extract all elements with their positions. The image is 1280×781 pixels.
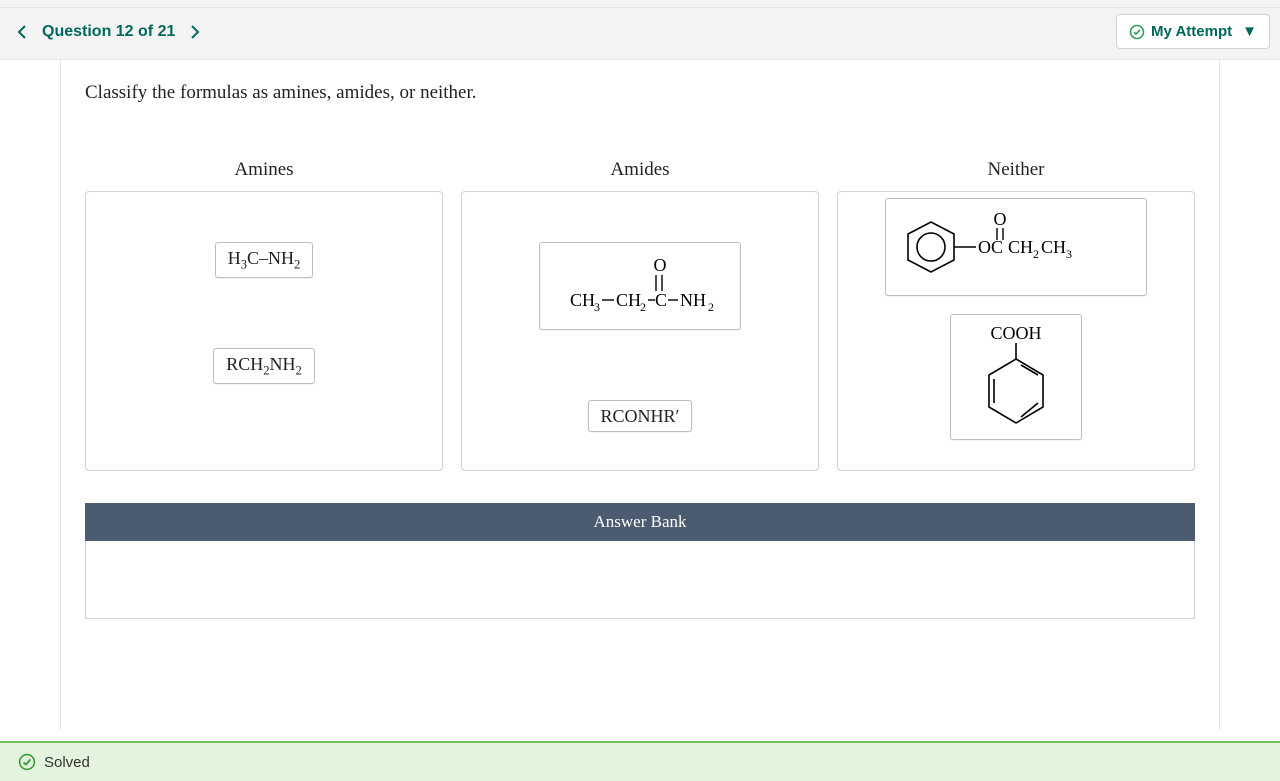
formula-phenyl-propanoate: OC O CH 2 CH 3	[896, 207, 1136, 287]
tile-rconhr[interactable]: RCONHR′	[588, 400, 693, 432]
svg-text:3: 3	[594, 300, 600, 314]
question-counter: Question 12 of 21	[42, 23, 175, 41]
tile-rch2nh2[interactable]: RCH2NH2	[213, 348, 315, 384]
answer-bank-dropzone[interactable]	[85, 541, 1195, 619]
tile-propanamide[interactable]: O CH 3 CH 2 C NH 2	[539, 242, 741, 330]
my-attempt-label: My Attempt	[1151, 23, 1232, 40]
caret-down-icon: ▼	[1242, 23, 1257, 40]
answer-bank: Answer Bank	[85, 503, 1195, 619]
column-amines: Amines H3C–NH2 RCH2NH2	[85, 159, 443, 471]
column-title-amines: Amines	[234, 159, 293, 181]
question-navbar: Question 12 of 21 My Attempt ▼	[0, 8, 1280, 60]
svg-text:2: 2	[640, 300, 646, 314]
svg-text:O: O	[654, 255, 667, 275]
solved-banner: Solved	[0, 741, 1280, 781]
next-question-button[interactable]	[183, 20, 207, 44]
my-attempt-dropdown[interactable]: My Attempt ▼	[1116, 14, 1270, 49]
svg-text:2: 2	[1033, 247, 1039, 261]
column-amides: Amides O CH 3 CH 2 C NH	[461, 159, 819, 471]
solved-label: Solved	[44, 754, 90, 771]
check-circle-icon	[1129, 24, 1145, 40]
question-card: Classify the formulas as amines, amides,…	[60, 60, 1220, 730]
svg-text:NH: NH	[680, 290, 706, 310]
column-title-amides: Amides	[610, 159, 669, 181]
svg-text:2: 2	[708, 300, 714, 314]
formula-benzoic-acid: COOH	[961, 323, 1071, 431]
formula-propanamide: O CH 3 CH 2 C NH 2	[550, 251, 730, 321]
svg-text:O: O	[994, 209, 1007, 229]
classification-columns: Amines H3C–NH2 RCH2NH2 Amides O	[85, 159, 1195, 471]
svg-text:CH: CH	[616, 290, 641, 310]
tile-phenyl-propanoate[interactable]: OC O CH 2 CH 3	[885, 198, 1147, 296]
svg-text:3: 3	[1066, 247, 1072, 261]
svg-text:CH: CH	[570, 290, 595, 310]
dropzone-amides[interactable]: O CH 3 CH 2 C NH 2	[461, 191, 819, 471]
chevron-right-icon	[189, 24, 201, 40]
tile-benzoic-acid[interactable]: COOH	[950, 314, 1082, 440]
formula-rch2nh2: RCH2NH2	[226, 355, 302, 377]
dropzone-neither[interactable]: OC O CH 2 CH 3 COOH	[837, 191, 1195, 471]
svg-text:C: C	[655, 290, 667, 310]
svg-text:CH: CH	[1008, 237, 1033, 257]
check-circle-icon	[18, 753, 36, 771]
formula-h3c-nh2: H3C–NH2	[228, 249, 301, 271]
answer-bank-header: Answer Bank	[85, 503, 1195, 541]
dropzone-amines[interactable]: H3C–NH2 RCH2NH2	[85, 191, 443, 471]
svg-text:CH: CH	[1041, 237, 1066, 257]
question-prompt: Classify the formulas as amines, amides,…	[85, 82, 1195, 104]
svg-text:COOH: COOH	[990, 323, 1041, 343]
tile-h3c-nh2[interactable]: H3C–NH2	[215, 242, 314, 278]
chevron-left-icon	[16, 24, 28, 40]
svg-text:OC: OC	[978, 237, 1003, 257]
formula-rconhr: RCONHR′	[601, 407, 680, 425]
prev-question-button[interactable]	[10, 20, 34, 44]
column-neither: Neither OC O	[837, 159, 1195, 471]
column-title-neither: Neither	[988, 159, 1045, 181]
